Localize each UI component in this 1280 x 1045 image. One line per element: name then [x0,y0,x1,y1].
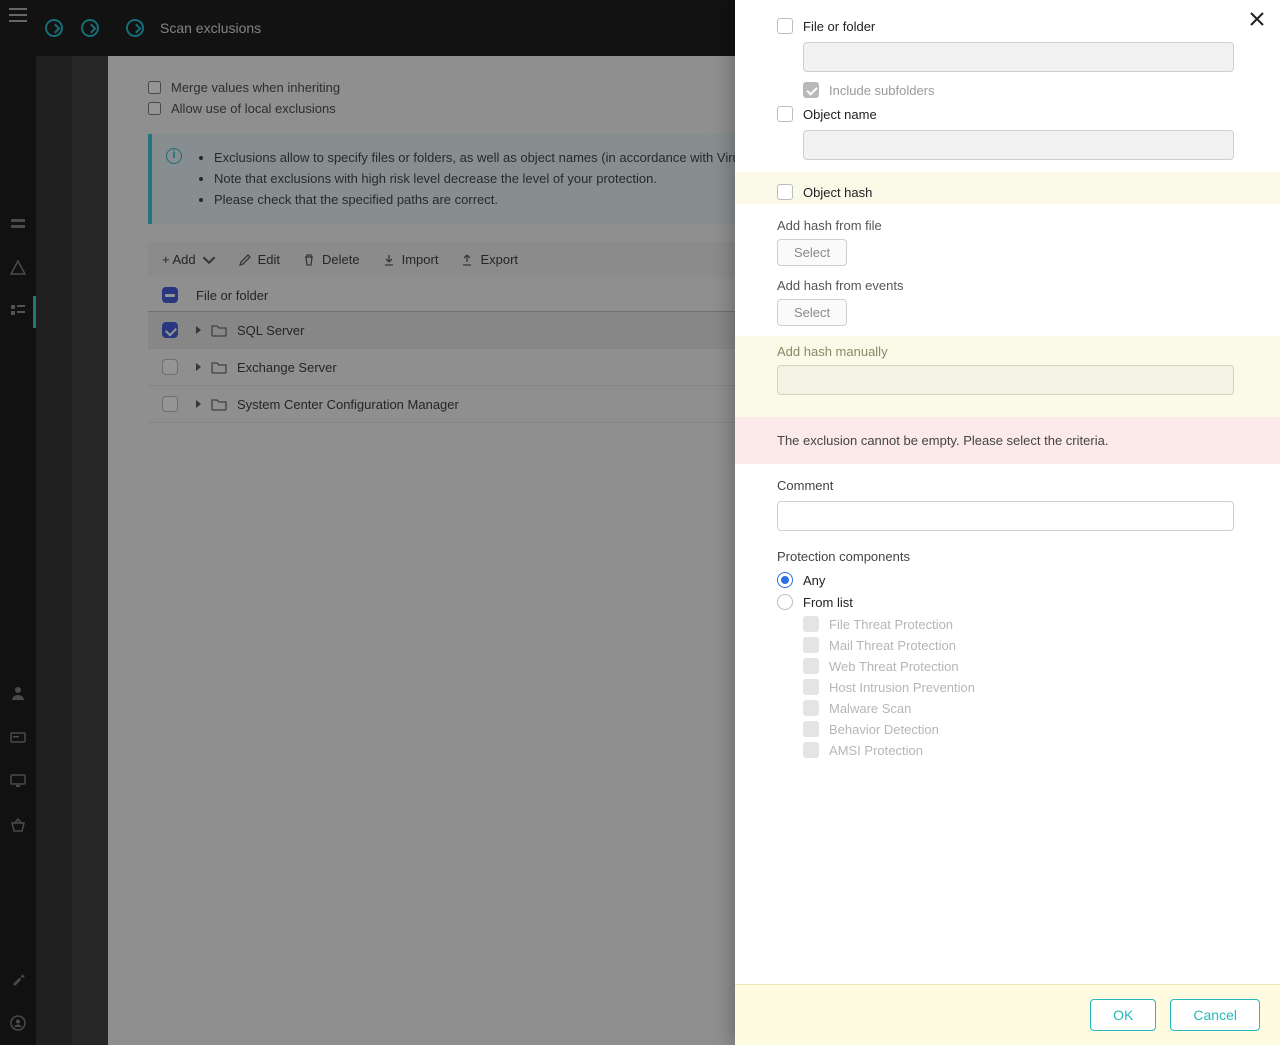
column-file-or-folder: File or folder [196,288,268,303]
error-text: The exclusion cannot be empty. Please se… [777,433,1108,448]
expand-icon[interactable] [196,400,201,408]
validation-error: The exclusion cannot be empty. Please se… [735,417,1280,464]
export-button[interactable]: Export [460,252,518,267]
chevron-right-icon [45,19,63,37]
row-name: System Center Configuration Manager [237,397,459,412]
protection-fromlist-radio[interactable] [777,594,793,610]
allow-local-label: Allow use of local exclusions [171,101,336,116]
protection-any-radio[interactable] [777,572,793,588]
component-checkbox [803,679,819,695]
breadcrumb-col-1 [36,0,72,1045]
rail-monitor-icon[interactable] [8,771,28,791]
add-hash-file-label: Add hash from file [777,218,1234,233]
select-all-checkbox[interactable] [162,287,178,303]
breadcrumb-col-2 [72,0,108,1045]
row-checkbox[interactable] [162,396,178,412]
rail-icon-2[interactable] [8,258,28,278]
object-name-label: Object name [803,107,877,122]
add-hash-events-label: Add hash from events [777,278,1234,293]
pencil-icon [238,253,252,267]
edit-label: Edit [258,252,280,267]
merge-values-checkbox[interactable] [148,81,161,94]
component-checkbox [803,721,819,737]
select-hash-file-button[interactable]: Select [777,239,847,266]
chevron-right-icon[interactable] [126,19,144,37]
include-subfolders-checkbox [803,82,819,98]
component-checkbox [803,658,819,674]
folder-icon [211,360,227,374]
merge-values-label: Merge values when inheriting [171,80,340,95]
close-button[interactable] [1248,10,1268,30]
component-label: Web Threat Protection [829,659,959,674]
folder-icon [211,397,227,411]
breadcrumb-chev-2[interactable] [72,0,108,56]
component-label: File Threat Protection [829,617,953,632]
protection-fromlist-label: From list [803,595,853,610]
hash-manual-input[interactable] [777,365,1234,395]
component-label: Host Intrusion Prevention [829,680,975,695]
component-label: Malware Scan [829,701,911,716]
protection-components-list: File Threat Protection Mail Threat Prote… [777,616,1234,758]
row-checkbox[interactable] [162,322,178,338]
file-or-folder-input[interactable] [803,42,1234,72]
component-checkbox [803,742,819,758]
component-checkbox [803,700,819,716]
add-hash-manual-label: Add hash manually [777,344,1234,359]
add-button[interactable]: + Add [162,252,216,267]
component-label: Mail Threat Protection [829,638,956,653]
exclusion-edit-panel: File or folder Include subfolders Object… [735,0,1280,1045]
component-checkbox [803,616,819,632]
object-hash-section: Object hash Add hash from file Select Ad… [735,172,1280,417]
object-hash-checkbox[interactable] [777,184,793,200]
rail-icon-1[interactable] [8,214,28,234]
info-icon: i [166,148,182,164]
edit-button[interactable]: Edit [238,252,280,267]
chevron-right-icon [81,19,99,37]
component-label: AMSI Protection [829,743,923,758]
ok-button[interactable]: OK [1090,999,1156,1031]
protection-components-label: Protection components [777,549,1234,564]
object-name-input[interactable] [803,130,1234,160]
object-name-checkbox[interactable] [777,106,793,122]
trash-icon [302,253,316,267]
row-checkbox[interactable] [162,359,178,375]
delete-label: Delete [322,252,360,267]
file-or-folder-checkbox[interactable] [777,18,793,34]
rail-icon-3[interactable] [8,302,28,322]
export-icon [460,253,474,267]
row-name: SQL Server [237,323,304,338]
page-title: Scan exclusions [160,20,261,36]
expand-icon[interactable] [196,326,201,334]
menu-icon[interactable] [9,8,27,22]
rail-basket-icon[interactable] [8,815,28,835]
export-label: Export [480,252,518,267]
rail-account-icon[interactable] [8,1013,28,1033]
comment-input[interactable] [777,501,1234,531]
allow-local-checkbox[interactable] [148,102,161,115]
file-or-folder-label: File or folder [803,19,875,34]
left-icon-rail [0,0,36,1045]
breadcrumb-chev-1[interactable] [36,0,72,56]
folder-icon [211,323,227,337]
import-label: Import [402,252,439,267]
cancel-button[interactable]: Cancel [1170,999,1260,1031]
chevron-down-icon [202,253,216,267]
rail-wrench-icon[interactable] [8,969,28,989]
expand-icon[interactable] [196,363,201,371]
row-name: Exchange Server [237,360,337,375]
import-icon [382,253,396,267]
select-hash-events-button[interactable]: Select [777,299,847,326]
protection-any-label: Any [803,573,825,588]
rail-users-icon[interactable] [8,683,28,703]
import-button[interactable]: Import [382,252,439,267]
add-label: + Add [162,252,196,267]
delete-button[interactable]: Delete [302,252,360,267]
component-label: Behavior Detection [829,722,939,737]
include-subfolders-label: Include subfolders [829,83,935,98]
comment-label: Comment [777,478,1234,493]
rail-card-icon[interactable] [8,727,28,747]
object-hash-label: Object hash [803,185,872,200]
component-checkbox [803,637,819,653]
panel-footer: OK Cancel [735,984,1280,1045]
